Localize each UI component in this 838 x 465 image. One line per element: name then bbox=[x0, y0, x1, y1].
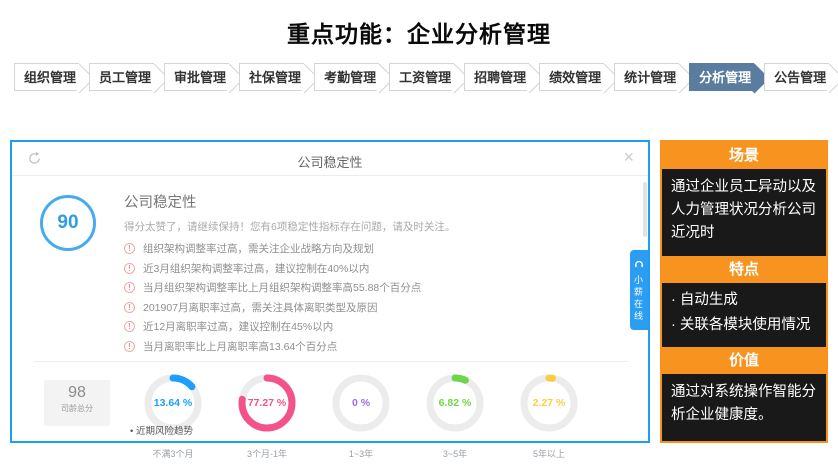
next-section-title: 近期风险趋势 bbox=[130, 423, 193, 437]
warning-item: !201907月离职率过高，需关注具体离职类型及原因 bbox=[124, 300, 628, 315]
sidebar-feature-list: 自动生成 关联各模块使用情况 bbox=[662, 283, 826, 347]
warning-icon: ! bbox=[124, 302, 135, 313]
donut-label: 3个月-1年 bbox=[247, 447, 287, 460]
feature-item: 关联各模块使用情况 bbox=[671, 313, 817, 338]
module-tabbar: 组织管理 员工管理 审批管理 社保管理 考勤管理 工资管理 招聘管理 绩效管理 … bbox=[14, 63, 838, 91]
sidebar-section-title-value: 价值 bbox=[662, 347, 826, 374]
donut-label: 1~3年 bbox=[349, 447, 373, 460]
donut-gauge: 6.82 % bbox=[424, 372, 486, 434]
close-icon[interactable]: × bbox=[623, 148, 634, 166]
tab-performance[interactable]: 绩效管理 bbox=[539, 63, 604, 91]
tab-organization[interactable]: 组织管理 bbox=[14, 63, 79, 91]
stability-score-section: 90 公司稳定性 得分太赞了，请继续保持！您有6项稳定性指标存在问题，请及时关注… bbox=[34, 190, 628, 358]
warning-icon: ! bbox=[124, 243, 135, 254]
warning-icon: ! bbox=[124, 321, 135, 332]
modal-body: 90 公司稳定性 得分太赞了，请继续保持！您有6项稳定性指标存在问题，请及时关注… bbox=[12, 177, 648, 441]
page-title: 重点功能：企业分析管理 bbox=[0, 15, 838, 49]
donut-value: 77.27 % bbox=[236, 372, 298, 434]
modal-title: 公司稳定性 bbox=[12, 152, 648, 171]
donut-label: 5年以上 bbox=[533, 447, 565, 460]
report-summary: 得分太赞了，请继续保持！您有6项稳定性指标存在问题，请及时关注。 bbox=[124, 219, 628, 234]
tenure-distribution-section: 98 司龄总分 13.64 % 不满3个月 bbox=[34, 361, 628, 460]
company-stability-modal: 公司稳定性 × 90 公司稳定性 得分太赞了，请继续保持！您有6项稳定性指标存在… bbox=[10, 140, 650, 443]
warning-item: !组织架构调整率过高，需关注企业战略方向及规划 bbox=[124, 241, 628, 256]
sidebar-section-title-scene: 场景 bbox=[662, 142, 826, 169]
donut-tenure-3m-1y: 77.27 % 3个月-1年 bbox=[220, 372, 314, 460]
stability-report: 公司稳定性 得分太赞了，请继续保持！您有6项稳定性指标存在问题，请及时关注。 !… bbox=[124, 190, 628, 358]
online-service-label: 小薪在线 bbox=[632, 275, 645, 323]
donut-tenure-3-5y: 6.82 % 3~5年 bbox=[408, 372, 502, 460]
donut-tenure-1-3y: 0 % 1~3年 bbox=[314, 372, 408, 460]
info-sidebar: 场景 通过企业员工异动以及人力管理状况分析公司近况时 特点 自动生成 关联各模块… bbox=[660, 140, 828, 443]
donut-value: 0 % bbox=[330, 372, 392, 434]
tab-employee[interactable]: 员工管理 bbox=[89, 63, 154, 91]
warning-icon: ! bbox=[124, 341, 135, 352]
sidebar-value-text: 通过对系统操作智能分析企业健康度。 bbox=[662, 374, 826, 441]
tab-announcement[interactable]: 公告管理 bbox=[764, 63, 829, 91]
warning-item: !当月组织架构调整率比上月组织架构调整率高55.88个百分点 bbox=[124, 280, 628, 295]
feature-item: 自动生成 bbox=[671, 288, 817, 313]
donut-tenure-under-3m: 13.64 % 不满3个月 bbox=[126, 372, 220, 460]
donut-value: 2.27 % bbox=[518, 372, 580, 434]
tab-statistics[interactable]: 统计管理 bbox=[614, 63, 679, 91]
donut-tenure-over-5y: 2.27 % 5年以上 bbox=[502, 372, 596, 460]
sidebar-scene-text: 通过企业员工异动以及人力管理状况分析公司近况时 bbox=[662, 169, 826, 256]
tab-recruiting[interactable]: 招聘管理 bbox=[464, 63, 529, 91]
tab-salary[interactable]: 工资管理 bbox=[389, 63, 454, 91]
donut-gauge: 2.27 % bbox=[518, 372, 580, 434]
warning-item: !近3月组织架构调整率过高，建议控制在40%以内 bbox=[124, 261, 628, 276]
warning-icon: ! bbox=[124, 282, 135, 293]
warning-item: !近12月离职率过高，建议控制在45%以内 bbox=[124, 319, 628, 334]
tenure-total-label: 司龄总分 bbox=[44, 403, 110, 414]
online-service-tab[interactable]: 小薪在线 bbox=[630, 250, 648, 330]
donut-label: 3~5年 bbox=[443, 447, 467, 460]
donut-value: 6.82 % bbox=[424, 372, 486, 434]
modal-header: 公司稳定性 × bbox=[12, 142, 648, 176]
sidebar-section-title-features: 特点 bbox=[662, 256, 826, 283]
tenure-total-score: 98 bbox=[44, 384, 110, 402]
tenure-total-score-box: 98 司龄总分 bbox=[44, 380, 110, 426]
tab-attendance[interactable]: 考勤管理 bbox=[314, 63, 379, 91]
report-title: 公司稳定性 bbox=[124, 191, 628, 212]
warning-icon: ! bbox=[124, 263, 135, 274]
donut-gauge: 77.27 % bbox=[236, 372, 298, 434]
donut-gauge: 0 % bbox=[330, 372, 392, 434]
tab-social-security[interactable]: 社保管理 bbox=[239, 63, 304, 91]
warning-item: !当月离职率比上月离职率高13.64个百分点 bbox=[124, 339, 628, 354]
tab-analysis[interactable]: 分析管理 bbox=[689, 63, 754, 91]
headset-icon bbox=[634, 259, 644, 268]
scrollbar-thumb[interactable] bbox=[643, 182, 647, 237]
stability-score-gauge: 90 bbox=[40, 195, 96, 251]
donut-label: 不满3个月 bbox=[152, 447, 193, 460]
tab-approval[interactable]: 审批管理 bbox=[164, 63, 229, 91]
